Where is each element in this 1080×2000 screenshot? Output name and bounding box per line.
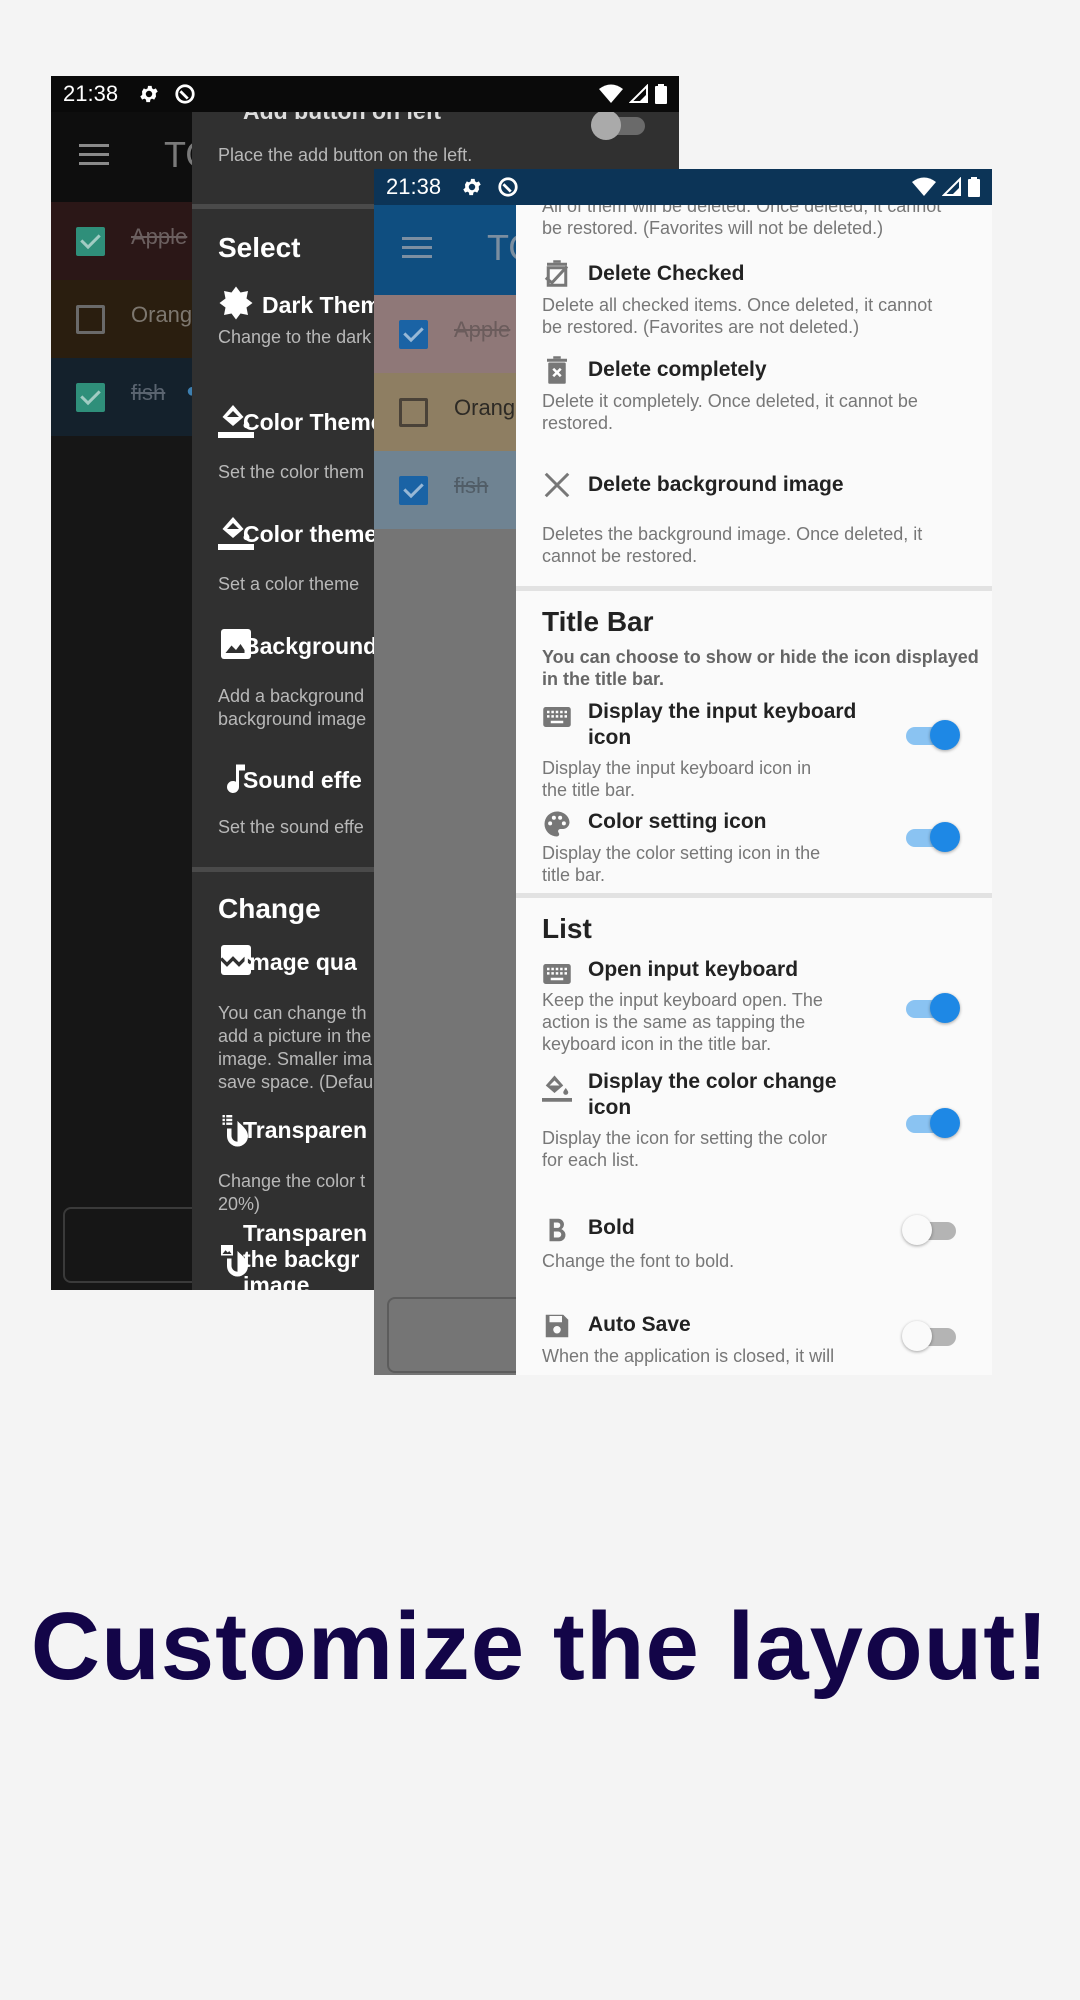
setting-desc: Display the color setting icon in the ti… bbox=[542, 843, 821, 885]
keyboard-icon bbox=[543, 964, 571, 984]
auto-save-toggle[interactable] bbox=[902, 1321, 960, 1351]
section-header-list: List bbox=[542, 913, 592, 944]
setting-desc: Place the add button on the left. bbox=[218, 145, 473, 165]
battery-icon bbox=[968, 177, 980, 197]
setting-desc: You can change th add a picture in the i… bbox=[218, 1003, 374, 1092]
setting-title[interactable]: Transparen the backgr image bbox=[243, 1220, 367, 1290]
status-bar: 21:38 bbox=[374, 169, 992, 205]
promo-headline: Customize the layout! bbox=[30, 1593, 1050, 1700]
status-time: 21:38 bbox=[386, 174, 442, 199]
setting-desc: All of them will be deleted. Once delete… bbox=[542, 205, 942, 238]
setting-title[interactable]: Color Theme bbox=[243, 409, 384, 436]
signal-icon bbox=[629, 84, 648, 103]
signal-icon bbox=[942, 177, 961, 196]
setting-title: Color setting icon bbox=[588, 810, 767, 833]
setting-desc: When the application is closed, it will bbox=[542, 1346, 835, 1366]
setting-title[interactable]: Delete background image bbox=[588, 472, 844, 498]
setting-desc: Change the font to bold. bbox=[542, 1251, 735, 1271]
setting-desc: Deletes the background image. Once delet… bbox=[542, 524, 923, 566]
paint-bucket-icon bbox=[542, 1075, 572, 1102]
section-header-change: Change bbox=[218, 893, 321, 924]
gear-icon bbox=[463, 178, 481, 196]
setting-title: Add button on left bbox=[243, 112, 441, 125]
menu-icon[interactable] bbox=[402, 237, 432, 261]
setting-desc: Set the sound effe bbox=[218, 817, 364, 837]
checkbox-unchecked[interactable] bbox=[399, 398, 428, 427]
front-phone-screen: 21:38 TO Apple Orange fish All of them w… bbox=[374, 169, 992, 1375]
checkbox-checked[interactable] bbox=[399, 476, 428, 505]
display-keyboard-icon-toggle[interactable] bbox=[902, 720, 960, 750]
delete-forever-icon bbox=[547, 356, 567, 384]
checkbox-checked[interactable] bbox=[76, 383, 105, 412]
setting-title[interactable]: Background bbox=[243, 633, 377, 660]
setting-desc: Display the input keyboard icon in the t… bbox=[542, 758, 812, 800]
setting-title[interactable]: Delete completely bbox=[588, 357, 767, 383]
open-keyboard-toggle[interactable] bbox=[902, 993, 960, 1023]
wifi-icon bbox=[599, 84, 623, 103]
checkbox-checked[interactable] bbox=[399, 320, 428, 349]
list-item-label: Apple bbox=[131, 224, 188, 249]
color-setting-icon-toggle[interactable] bbox=[902, 822, 960, 852]
checkbox-checked[interactable] bbox=[76, 227, 105, 256]
list-item-label: fish bbox=[454, 473, 489, 498]
setting-desc: Set the color them bbox=[218, 462, 365, 482]
setting-title: Auto Save bbox=[588, 1313, 691, 1336]
setting-desc: Keep the input keyboard open. The action… bbox=[542, 990, 823, 1054]
setting-title[interactable]: Color theme bbox=[243, 521, 377, 548]
battery-icon bbox=[655, 84, 667, 104]
palette-icon bbox=[544, 811, 570, 837]
settings-panel-light: All of them will be deleted. Once delete… bbox=[516, 205, 992, 1375]
list-item-label: Apple bbox=[454, 317, 511, 342]
setting-desc: Add a background background image bbox=[218, 686, 367, 729]
wifi-icon bbox=[912, 177, 936, 196]
setting-title[interactable]: Transparen bbox=[243, 1117, 367, 1144]
setting-title: Display the input keyboard icon bbox=[588, 700, 857, 749]
setting-title[interactable]: Delete Checked bbox=[588, 261, 744, 287]
do-not-disturb-icon bbox=[175, 84, 195, 104]
setting-title: Bold bbox=[588, 1216, 635, 1239]
checkbox-unchecked[interactable] bbox=[76, 305, 105, 334]
setting-desc: Display the icon for setting the color f… bbox=[542, 1128, 828, 1170]
section-divider bbox=[516, 893, 992, 898]
setting-desc: Change to the dark bbox=[218, 327, 372, 347]
bold-icon bbox=[549, 1218, 566, 1242]
status-bar: 21:38 bbox=[51, 76, 679, 112]
status-time: 21:38 bbox=[63, 81, 119, 106]
save-icon bbox=[545, 1314, 569, 1338]
list-item-label: fish bbox=[131, 380, 166, 405]
section-header-select: Select bbox=[218, 232, 301, 263]
delete-checked-icon bbox=[544, 260, 569, 287]
keyboard-icon bbox=[543, 707, 571, 727]
setting-title[interactable]: Sound effe bbox=[243, 767, 362, 794]
setting-desc: Delete all checked items. Once deleted, … bbox=[542, 295, 933, 337]
section-divider bbox=[516, 586, 992, 591]
setting-desc: Delete it completely. Once deleted, it c… bbox=[542, 391, 918, 433]
close-icon bbox=[544, 472, 570, 498]
gear-icon bbox=[140, 85, 158, 103]
do-not-disturb-icon bbox=[498, 177, 518, 197]
setting-title[interactable]: Image qua bbox=[243, 949, 357, 976]
section-subtitle: You can choose to show or hide the icon … bbox=[542, 647, 979, 689]
color-change-icon-toggle[interactable] bbox=[902, 1108, 960, 1138]
dark-theme-icon bbox=[219, 286, 253, 320]
setting-desc: Change the color t 20%) bbox=[218, 1171, 366, 1214]
add-button-left-toggle[interactable] bbox=[591, 112, 649, 140]
setting-title: Open input keyboard bbox=[588, 958, 799, 981]
setting-desc: Set a color theme bbox=[218, 574, 360, 594]
menu-icon[interactable] bbox=[79, 144, 109, 168]
bold-toggle[interactable] bbox=[902, 1215, 960, 1245]
section-header-title-bar: Title Bar bbox=[542, 606, 654, 637]
setting-title: Display the color change icon bbox=[588, 1070, 837, 1119]
